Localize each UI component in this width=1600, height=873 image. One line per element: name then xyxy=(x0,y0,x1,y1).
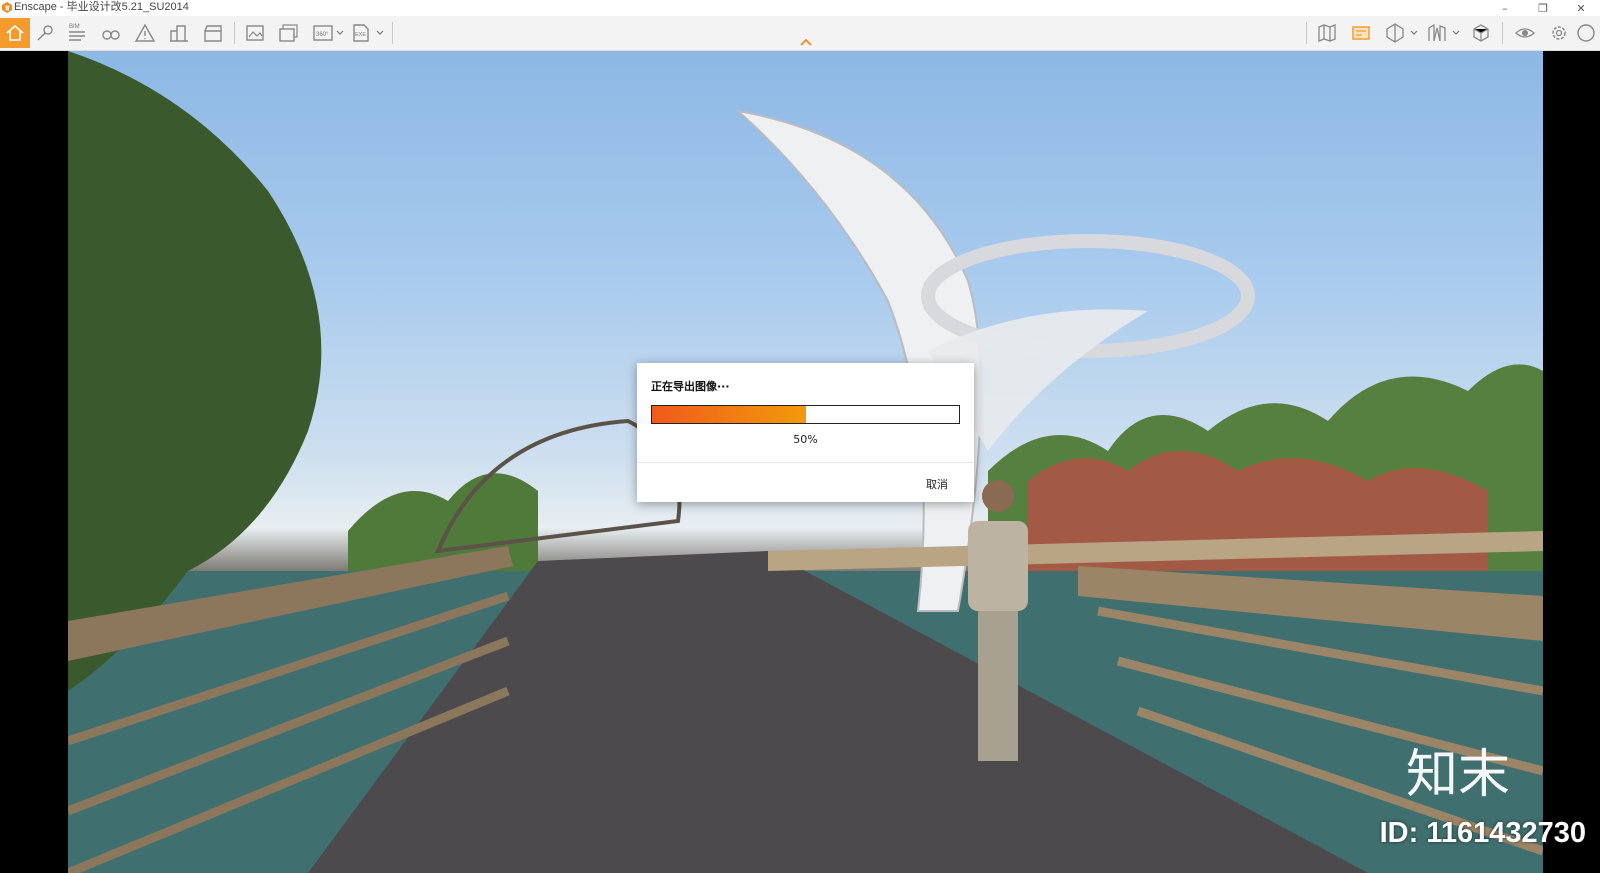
toolbar-divider xyxy=(1306,22,1307,44)
screenshot-button[interactable] xyxy=(240,18,270,48)
map-button[interactable] xyxy=(1312,18,1342,48)
panorama-dropdown-icon[interactable] xyxy=(336,28,344,38)
asset-dropdown-icon[interactable] xyxy=(1452,28,1460,38)
export-progress-bar xyxy=(651,405,960,424)
progress-fill xyxy=(652,406,806,423)
minimize-icon[interactable]: – xyxy=(1486,0,1524,16)
collapse-toolbar-icon[interactable] xyxy=(799,37,813,47)
enscape-logo-icon xyxy=(2,2,12,13)
toolbar-divider xyxy=(392,22,393,44)
section-icon xyxy=(1386,23,1404,43)
settings-icon xyxy=(1552,26,1566,40)
material-editor-button[interactable] xyxy=(1466,18,1496,48)
svg-text:知末: 知末 xyxy=(1406,745,1510,802)
binoculars-icon xyxy=(102,30,120,40)
restore-icon[interactable]: ❐ xyxy=(1524,0,1562,16)
export-dropdown-icon[interactable] xyxy=(376,28,384,38)
svg-text:360°: 360° xyxy=(316,32,329,38)
toolbar-divider xyxy=(234,22,235,44)
buildings-icon xyxy=(170,25,188,42)
export-progress-dialog: 正在导出图像··· 50% 取消 xyxy=(637,363,974,502)
standalone-export-button[interactable]: EXE xyxy=(346,18,376,48)
zhimo-watermark-logo: 知末 xyxy=(1406,745,1510,802)
material-icon xyxy=(1473,24,1489,42)
bim-icon: BIM xyxy=(69,24,85,41)
clapperboard-icon xyxy=(204,25,222,42)
section-button[interactable] xyxy=(1380,18,1410,48)
issues-button[interactable] xyxy=(130,18,160,48)
help-icon xyxy=(1577,24,1595,42)
visual-settings-icon xyxy=(1515,28,1535,38)
panorama-button[interactable]: 360° xyxy=(308,18,338,48)
export-status-message: 正在导出图像··· xyxy=(651,380,730,393)
close-icon[interactable]: ✕ xyxy=(1562,0,1600,16)
watermark-id: ID: 1161432730 xyxy=(1379,817,1586,849)
home-icon xyxy=(6,24,24,41)
buildings-button[interactable] xyxy=(164,18,194,48)
dialog-divider xyxy=(637,462,974,463)
map-icon xyxy=(1318,24,1336,42)
visual-settings-button[interactable] xyxy=(1510,18,1540,48)
settings-button[interactable] xyxy=(1544,18,1574,48)
cancel-button[interactable]: 取消 xyxy=(926,476,948,492)
title-bar: Enscape - 毕业设计改5.21_SU2014 – ❐ ✕ xyxy=(0,0,1600,16)
svg-text:EXE: EXE xyxy=(355,32,366,38)
bim-button[interactable]: BIM xyxy=(62,18,92,48)
exe-export-icon: EXE xyxy=(353,24,369,42)
panorama-360-icon: 360° xyxy=(313,25,333,41)
warning-icon xyxy=(134,23,156,42)
live-update-button[interactable] xyxy=(30,18,60,48)
batch-render-button[interactable] xyxy=(274,18,304,48)
views-icon xyxy=(1352,26,1370,40)
video-editor-button[interactable] xyxy=(198,18,228,48)
progress-percent: 50% xyxy=(793,433,818,446)
home-button[interactable] xyxy=(0,18,30,48)
screenshot-export-icon xyxy=(246,25,264,41)
asset-library-icon xyxy=(1428,23,1446,42)
svg-text:BIM: BIM xyxy=(69,24,80,30)
section-dropdown-icon[interactable] xyxy=(1410,28,1418,38)
toolbar-divider xyxy=(1502,22,1503,44)
views-button[interactable] xyxy=(1346,18,1376,48)
asset-library-button[interactable] xyxy=(1422,18,1452,48)
batch-export-icon xyxy=(279,24,298,42)
pin-icon xyxy=(37,25,53,41)
window-title: Enscape - 毕业设计改5.21_SU2014 xyxy=(14,1,189,13)
walk-mode-button[interactable] xyxy=(96,18,126,48)
help-button[interactable] xyxy=(1572,18,1600,48)
